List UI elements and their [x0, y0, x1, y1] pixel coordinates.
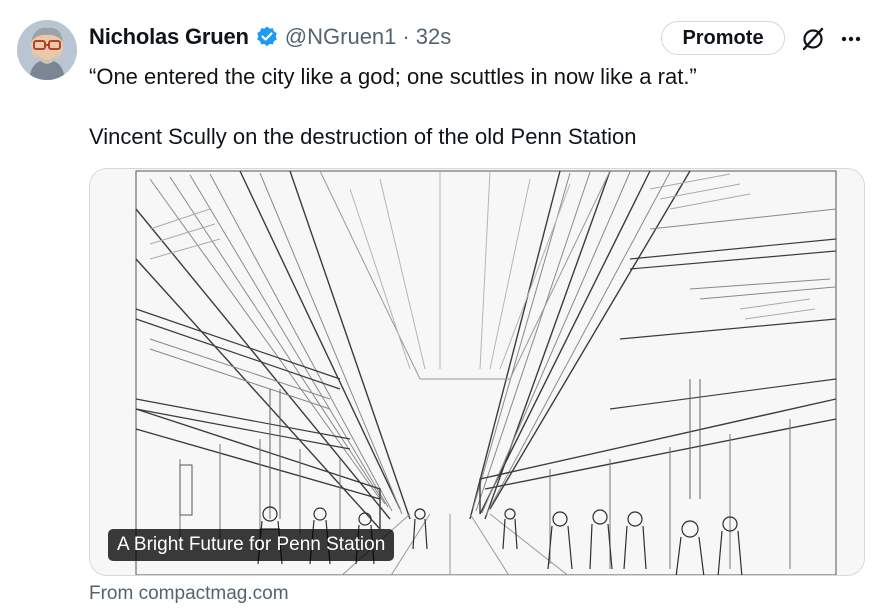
card-title: A Bright Future for Penn Station [108, 529, 395, 561]
card-source-link[interactable]: From compactmag.com [89, 583, 289, 605]
tweet-caption: Vincent Scully on the destruction of the… [89, 124, 637, 149]
grok-icon[interactable] [799, 25, 827, 53]
author-name[interactable]: Nicholas Gruen [89, 24, 249, 50]
separator-dot: · [402, 24, 410, 49]
card-image [90, 169, 864, 575]
promote-button[interactable]: Promote [661, 21, 785, 55]
author-handle[interactable]: @NGruen1 [285, 24, 397, 50]
link-card[interactable]: A Bright Future for Penn Station [89, 168, 865, 576]
tweet-header: Nicholas Gruen @NGruen1 · 32s [89, 22, 451, 52]
verified-badge-icon [255, 25, 279, 49]
more-horizontal-icon[interactable] [836, 25, 866, 53]
tweet-quote: “One entered the city like a god; one sc… [89, 64, 697, 89]
tweet-text: “One entered the city like a god; one sc… [89, 62, 859, 152]
author-avatar[interactable] [17, 20, 77, 80]
tweet-timestamp[interactable]: 32s [416, 24, 451, 50]
avatar-illustration [17, 20, 77, 80]
